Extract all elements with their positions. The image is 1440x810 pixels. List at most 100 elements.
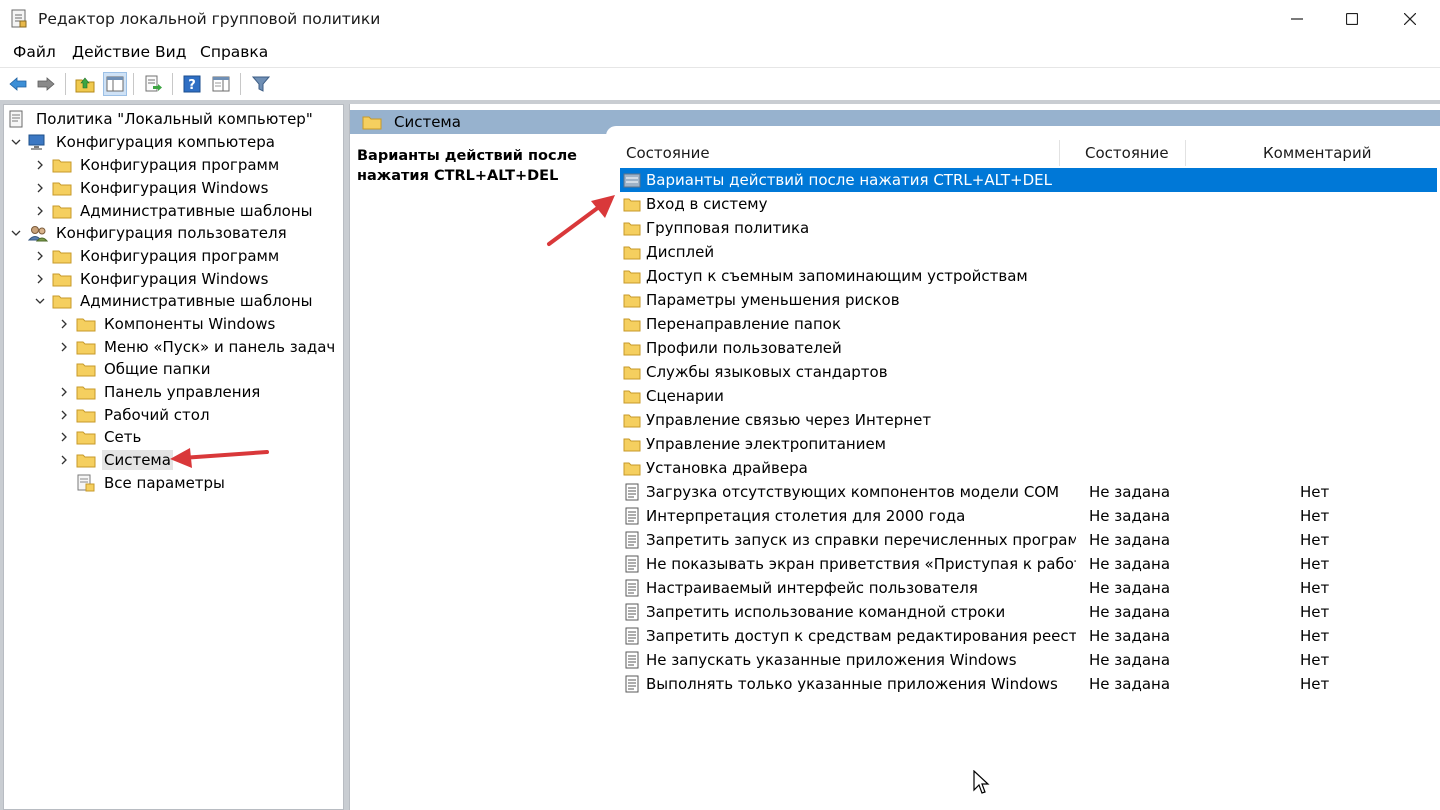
toolbar-separator bbox=[240, 73, 241, 95]
column-divider[interactable] bbox=[1185, 140, 1186, 166]
filter-button[interactable] bbox=[249, 72, 273, 96]
list-item-folder[interactable]: Профили пользователей bbox=[620, 336, 1437, 360]
list-item-policy[interactable]: Загрузка отсутствующих компонентов модел… bbox=[620, 480, 1437, 504]
column-divider[interactable] bbox=[1059, 140, 1060, 166]
policy-document-icon bbox=[8, 110, 28, 128]
list-item-folder[interactable]: Групповая политика bbox=[620, 216, 1437, 240]
toolbar-separator bbox=[172, 73, 173, 95]
close-button[interactable] bbox=[1381, 0, 1439, 38]
list-item-folder[interactable]: Управление электропитанием bbox=[620, 432, 1437, 456]
menu-view[interactable]: Вид bbox=[155, 43, 186, 61]
column-header-name[interactable]: Состояние bbox=[626, 144, 710, 162]
list-item-policy[interactable]: Выполнять только указанные приложения Wi… bbox=[620, 672, 1437, 696]
list-item-policy[interactable]: Запретить использование командной строки… bbox=[620, 600, 1437, 624]
tree-item-windows-components[interactable]: Компоненты Windows bbox=[56, 313, 277, 335]
tree-item-uc-admin-templates[interactable]: Административные шаблоны bbox=[32, 290, 315, 312]
help-button[interactable]: ? bbox=[180, 72, 204, 96]
menu-file[interactable]: Файл bbox=[13, 43, 56, 61]
list-item-name: Управление электропитанием bbox=[646, 435, 886, 453]
list-item-state: Не задана bbox=[1089, 651, 1171, 669]
list-item-policy[interactable]: Не запускать указанные приложения Window… bbox=[620, 648, 1437, 672]
chevron-right-icon[interactable] bbox=[56, 313, 72, 335]
chevron-right-icon[interactable] bbox=[32, 177, 48, 199]
chevron-right-icon[interactable] bbox=[32, 268, 48, 290]
tree-item-shared-folders[interactable]: Общие папки bbox=[56, 358, 213, 380]
policy-editor-app-icon bbox=[10, 9, 28, 29]
up-one-level-button[interactable] bbox=[73, 72, 97, 96]
chevron-right-icon[interactable] bbox=[56, 381, 72, 403]
list-item-folder[interactable]: Сценарии bbox=[620, 384, 1437, 408]
tree-label: Конфигурация Windows bbox=[80, 179, 269, 197]
tree-item-cc-admin-templates[interactable]: Административные шаблоны bbox=[32, 200, 315, 222]
list-item-name: Профили пользователей bbox=[646, 339, 842, 357]
tree-item-all-settings[interactable]: Все параметры bbox=[56, 472, 227, 494]
menu-action[interactable]: Действие bbox=[72, 43, 150, 61]
column-header-comment[interactable]: Комментарий bbox=[1263, 144, 1371, 162]
list-item-folder[interactable]: Перенаправление папок bbox=[620, 312, 1437, 336]
list-item-folder[interactable]: Параметры уменьшения рисков bbox=[620, 288, 1437, 312]
maximize-button[interactable] bbox=[1323, 0, 1381, 38]
properties-view-icon bbox=[212, 76, 230, 92]
menu-help[interactable]: Справка bbox=[200, 43, 268, 61]
title-bar: Редактор локальной групповой политики bbox=[0, 0, 1440, 38]
tree-item-cc-programs[interactable]: Конфигурация программ bbox=[32, 154, 281, 176]
tree-item-control-panel[interactable]: Панель управления bbox=[56, 381, 262, 403]
list-item-policy[interactable]: Запретить запуск из справки перечисленны… bbox=[620, 528, 1437, 552]
minimize-button[interactable] bbox=[1268, 0, 1326, 38]
policy-setting-icon bbox=[623, 627, 641, 645]
list-item-folder[interactable]: Вход в систему bbox=[620, 192, 1437, 216]
list-item-state: Не задана bbox=[1089, 483, 1171, 501]
tree-label: Административные шаблоны bbox=[80, 202, 313, 220]
chevron-right-icon[interactable] bbox=[56, 449, 72, 471]
tree-item-start-menu[interactable]: Меню «Пуск» и панель задач bbox=[56, 336, 337, 358]
chevron-right-icon[interactable] bbox=[56, 404, 72, 426]
mouse-cursor-icon bbox=[973, 770, 990, 794]
tree-item-local-computer-policy[interactable]: Политика "Локальный компьютер" bbox=[8, 108, 315, 130]
list-item-policy[interactable]: Интерпретация столетия для 2000 года Не з… bbox=[620, 504, 1437, 528]
list-item-policy[interactable]: Не показывать экран приветствия «Приступ… bbox=[620, 552, 1437, 576]
list-item-name: Интерпретация столетия для 2000 года bbox=[646, 507, 966, 525]
column-header-state[interactable]: Состояние bbox=[1085, 144, 1169, 162]
tree-item-network[interactable]: Сеть bbox=[56, 426, 143, 448]
list-item-folder[interactable]: Службы языковых стандартов bbox=[620, 360, 1437, 384]
chevron-right-icon[interactable] bbox=[56, 336, 72, 358]
forward-button[interactable] bbox=[34, 72, 58, 96]
list-item-folder[interactable]: Дисплей bbox=[620, 240, 1437, 264]
tree-item-uc-windows[interactable]: Конфигурация Windows bbox=[32, 268, 270, 290]
back-button[interactable] bbox=[6, 72, 30, 96]
list-item-name: Запретить доступ к средствам редактирова… bbox=[646, 627, 1076, 645]
list-item-policy[interactable]: Настраиваемый интерфейс пользователя Не з… bbox=[620, 576, 1437, 600]
users-icon bbox=[28, 224, 48, 242]
chevron-down-icon[interactable] bbox=[8, 222, 24, 244]
list-item-folder[interactable]: Доступ к съемным запоминающим устройства… bbox=[620, 264, 1437, 288]
list-item-name: Загрузка отсутствующих компонентов модел… bbox=[646, 483, 1060, 501]
list-item-policy[interactable]: Запретить доступ к средствам редактирова… bbox=[620, 624, 1437, 648]
tree-item-desktop[interactable]: Рабочий стол bbox=[56, 404, 212, 426]
list-item-folder[interactable]: Управление связью через Интернет bbox=[620, 408, 1437, 432]
properties-view-button[interactable] bbox=[209, 72, 233, 96]
chevron-right-icon[interactable] bbox=[32, 200, 48, 222]
tree-item-user-config[interactable]: Конфигурация пользователя bbox=[8, 222, 289, 244]
chevron-down-icon[interactable] bbox=[32, 290, 48, 312]
tree-label: Панель управления bbox=[104, 383, 261, 401]
list-item-name: Не запускать указанные приложения Window… bbox=[646, 651, 1017, 669]
tree-label: Конфигурация программ bbox=[80, 247, 280, 265]
list-item-folder[interactable]: Установка драйвера bbox=[620, 456, 1437, 480]
list-item-name: Не показывать экран приветствия «Приступ… bbox=[646, 555, 1076, 573]
annotation-arrow-ctrl-alt-del bbox=[547, 195, 615, 246]
chevron-right-icon[interactable] bbox=[56, 426, 72, 448]
chevron-right-icon[interactable] bbox=[32, 154, 48, 176]
tree-item-uc-programs[interactable]: Конфигурация программ bbox=[32, 245, 281, 267]
tree-item-computer-config[interactable]: Конфигурация компьютера bbox=[8, 131, 277, 153]
forward-icon bbox=[37, 77, 55, 91]
chevron-down-icon[interactable] bbox=[8, 131, 24, 153]
tree-item-system[interactable]: Система bbox=[56, 449, 173, 471]
export-list-button[interactable] bbox=[141, 72, 165, 96]
list-item-name: Выполнять только указанные приложения Wi… bbox=[646, 675, 1058, 693]
folder-icon bbox=[623, 291, 641, 309]
folder-icon bbox=[76, 315, 96, 333]
list-item-folder[interactable]: Варианты действий после нажатия CTRL+ALT… bbox=[620, 168, 1437, 192]
tree-item-cc-windows[interactable]: Конфигурация Windows bbox=[32, 177, 270, 199]
chevron-right-icon[interactable] bbox=[32, 245, 48, 267]
show-hide-tree-button[interactable] bbox=[103, 72, 127, 96]
